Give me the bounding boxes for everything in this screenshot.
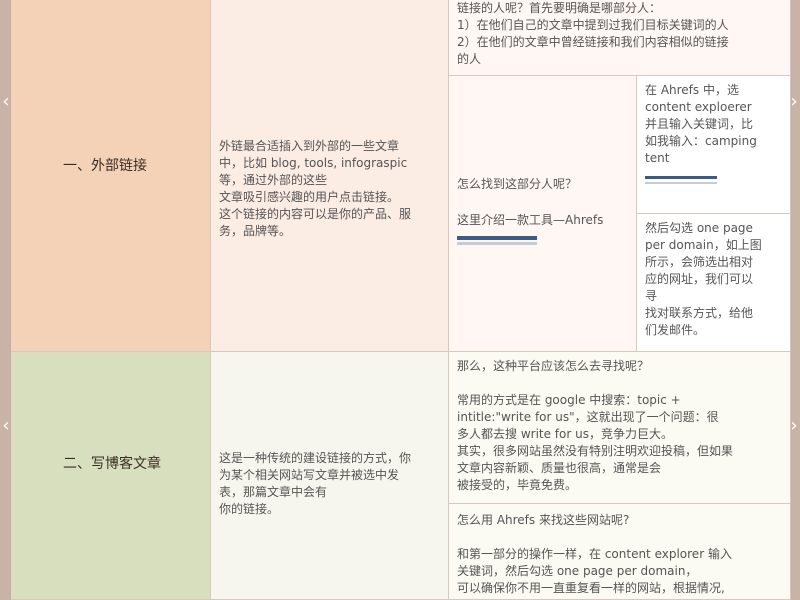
ahrefs-question: 怎么用 Ahrefs 来找这些网站呢? <box>457 513 630 527</box>
section-two-description-cell: 这是一种传统的建设链接的方式，你 为某个相关网站写文章并被选中发 表，那篇文章中… <box>211 352 449 600</box>
tool-intro: 这里介绍一款工具—Ahrefs <box>457 213 604 227</box>
document-table: 一、外部链接 外链最合适插入到外部的一些文章 中，比如 blog, tools,… <box>10 0 792 600</box>
ahrefs-method: 和第一部分的操作一样，在 content explorer 输入 关键词，然后勾… <box>457 547 732 595</box>
step-two-cell: 然后勾选 one page per domain，如上图 所示，会筛选出相对 应… <box>637 214 791 352</box>
ahrefs-thumbnail <box>457 236 537 240</box>
step-one-cell: 在 Ahrefs 中，选 content exploerer 并且输入关键词，比… <box>637 76 791 214</box>
section-two-title: 二、写博客文章 <box>63 456 161 472</box>
find-people-cell: 怎么找到这部分人呢？ 这里介绍一款工具—Ahrefs <box>449 76 637 352</box>
section-two-title-cell: 二、写博客文章 <box>11 352 211 600</box>
top-note: 链接的人呢？首先要明确是哪部分人： 1）在他们自己的文章中提到过我们目标关键词的… <box>457 1 729 66</box>
top-note-cell: 链接的人呢？首先要明确是哪部分人： 1）在他们自己的文章中提到过我们目标关键词的… <box>449 0 791 76</box>
platform-question: 那么，这种平台应该怎么去寻找呢？ <box>457 359 650 373</box>
section-one-description: 外链最合适插入到外部的一些文章 中，比如 blog, tools, infogr… <box>219 139 412 238</box>
ahrefs-question-cell: 怎么用 Ahrefs 来找这些网站呢? 和第一部分的操作一样，在 content… <box>449 504 791 600</box>
screenshot-thumbnail-line <box>645 182 717 184</box>
screenshot-thumbnail <box>645 176 717 179</box>
step-one-text: 在 Ahrefs 中，选 content exploerer 并且输入关键词，比… <box>645 83 757 165</box>
step-two-text: 然后勾选 one page per domain，如上图 所示，会筛选出相对 应… <box>645 221 762 337</box>
ahrefs-thumbnail-underline <box>457 242 537 245</box>
platform-question-cell: 那么，这种平台应该怎么去寻找呢？ 常用的方式是在 google 中搜索：topi… <box>449 352 791 504</box>
section-one-description-cell: 外链最合适插入到外部的一些文章 中，比如 blog, tools, infogr… <box>211 0 449 352</box>
find-people-question: 怎么找到这部分人呢？ <box>457 177 578 191</box>
platform-method: 常用的方式是在 google 中搜索：topic + intitle:"writ… <box>457 393 734 492</box>
section-one-title: 一、外部链接 <box>63 158 147 174</box>
section-two-description: 这是一种传统的建设链接的方式，你 为某个相关网站写文章并被选中发 表，那篇文章中… <box>219 451 412 516</box>
section-one-title-cell: 一、外部链接 <box>11 0 211 352</box>
